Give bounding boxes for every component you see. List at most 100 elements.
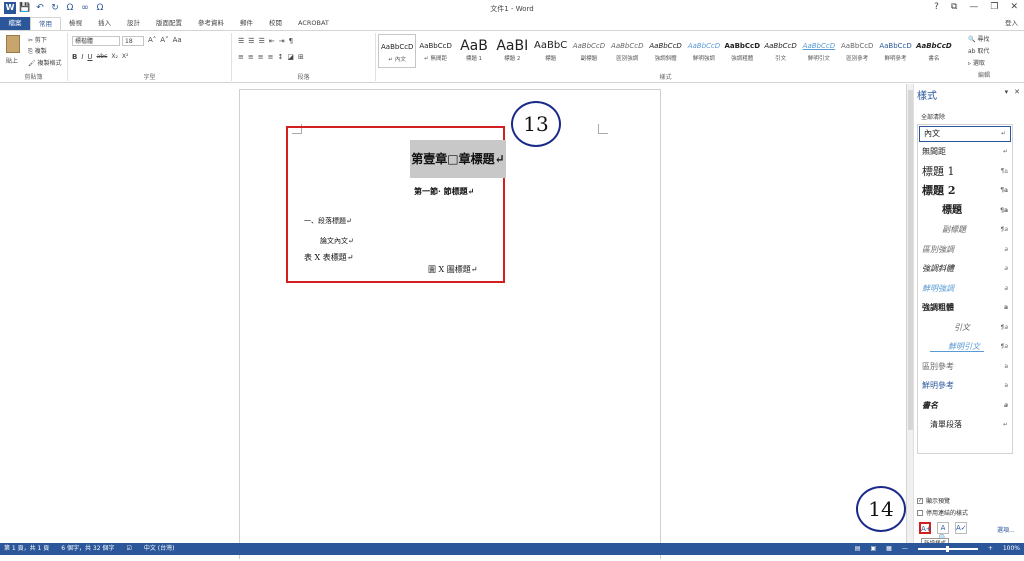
list-item[interactable]: 引文 ¶a (918, 318, 1012, 338)
numbering-icon[interactable]: ☰ (248, 37, 254, 45)
table-caption[interactable]: 表 X 表標題↵ (304, 252, 353, 263)
shading-icon[interactable]: ◪ (287, 53, 294, 61)
bullets-icon[interactable]: ☰ (238, 37, 244, 45)
list-item[interactable]: 無間距 ↵ (918, 142, 1012, 162)
replace-button[interactable]: ab 取代 (968, 46, 990, 55)
pane-options-icon[interactable]: ▾ (1005, 88, 1009, 96)
strikethrough-icon[interactable]: abc (97, 53, 108, 61)
line-spacing-icon[interactable]: ↕ (278, 53, 284, 61)
style-gallery-item[interactable]: AaB 標題 1 (455, 34, 493, 68)
justify-icon[interactable]: ≡ (268, 53, 274, 61)
list-item[interactable]: 標題 ¶a (918, 201, 1012, 221)
show-preview-checkbox[interactable]: ✓ 顯示預覽 (917, 496, 950, 505)
list-item[interactable]: 清單段落 ↵ (918, 415, 1012, 435)
bold-icon[interactable]: B (72, 53, 77, 61)
tab-review[interactable]: 校閱 (261, 17, 290, 30)
tab-mailings[interactable]: 郵件 (232, 17, 261, 30)
sign-in-link[interactable]: 登入 (1005, 17, 1018, 30)
print-layout-icon[interactable]: ▣ (870, 543, 876, 555)
style-gallery-item[interactable]: AaBbCcD 鮮明引文 (800, 34, 838, 68)
superscript-icon[interactable]: X² (122, 53, 129, 61)
style-gallery-item[interactable]: AaBbCcD 引文 (761, 34, 799, 68)
body-text[interactable]: 論文內文↵ (320, 236, 354, 246)
align-center-icon[interactable]: ≡ (248, 53, 254, 61)
list-item[interactable]: 強調斜體 a (918, 259, 1012, 279)
grow-font-icon[interactable]: A˄ (148, 36, 156, 44)
web-layout-icon[interactable]: ▦ (886, 543, 892, 555)
list-item[interactable]: 強調粗體 a (918, 298, 1012, 318)
list-item[interactable]: 標題 1 ¶a (918, 162, 1012, 182)
styles-options-link[interactable]: 選項... (997, 525, 1015, 534)
tab-file[interactable]: 檔案 (0, 17, 30, 30)
paste-icon[interactable] (6, 35, 20, 53)
find-button[interactable]: 🔍 尋找 (968, 34, 990, 43)
style-gallery-item[interactable]: AaBbCcD 書名 (915, 34, 953, 68)
align-left-icon[interactable]: ≡ (238, 53, 244, 61)
list-item[interactable]: 鮮明引文 ¶a (918, 337, 1012, 357)
style-gallery-item[interactable]: AaBbC 標題 (531, 34, 569, 68)
cut-button[interactable]: ✂ 剪下 (28, 35, 62, 44)
copy-button[interactable]: ⎘ 複製 (28, 46, 62, 56)
style-gallery-item[interactable]: AaBbCcD 強調斜體 (646, 34, 684, 68)
style-gallery-item[interactable]: AaBbCcD 鮮明強調 (685, 34, 723, 68)
zoom-slider-knob[interactable] (945, 546, 949, 552)
style-gallery-item[interactable]: AaBbCcD 副標題 (570, 34, 608, 68)
proofing-icon[interactable]: ☑ (126, 543, 131, 555)
manage-styles-button[interactable]: A✓ (955, 522, 967, 534)
list-item[interactable]: 鮮明強調 a (918, 279, 1012, 299)
scrollbar-thumb[interactable] (908, 90, 913, 430)
ribbon-display-icon[interactable]: ⧉ (951, 2, 957, 12)
minimize-icon[interactable]: — (969, 2, 978, 12)
multilevel-list-icon[interactable]: ☰ (259, 37, 265, 45)
list-item[interactable]: 標題 2 ¶a (918, 181, 1012, 201)
change-case-icon[interactable]: Aa (173, 36, 182, 44)
tab-acrobat[interactable]: ACROBAT (290, 17, 337, 30)
restore-icon[interactable]: ❐ (990, 2, 998, 12)
style-gallery-item[interactable]: AaBbCcD ↵ 無間距 (416, 34, 454, 68)
tab-design[interactable]: 設計 (119, 17, 148, 30)
list-item[interactable]: 書名 a (918, 396, 1012, 416)
paragraph-heading[interactable]: 一、段落標題↵ (304, 216, 352, 226)
subscript-icon[interactable]: X₂ (111, 53, 118, 61)
font-size-select[interactable]: 18 (122, 36, 144, 46)
zoom-level[interactable]: 100% (1003, 543, 1020, 555)
list-item[interactable]: 鮮明參考 a (918, 376, 1012, 396)
style-gallery-item[interactable]: AaBbCcD 強調粗體 (723, 34, 761, 68)
borders-icon[interactable]: ⊞ (298, 53, 304, 61)
underline-icon[interactable]: U (87, 53, 92, 61)
list-item[interactable]: 區別強調 a (918, 240, 1012, 260)
style-gallery-item[interactable]: AaBbCcD 區別強調 (608, 34, 646, 68)
zoom-slider[interactable] (917, 546, 978, 552)
list-item[interactable]: 副標題 ¶a (918, 220, 1012, 240)
tab-insert[interactable]: 插入 (90, 17, 119, 30)
disable-linked-styles-checkbox[interactable]: 停用連結的樣式 (917, 508, 968, 517)
section-heading[interactable]: 第一節· 節標題↵ (414, 186, 474, 197)
close-icon[interactable]: ✕ (1010, 2, 1018, 12)
list-item[interactable]: 區別參考 a (918, 357, 1012, 377)
tab-view[interactable]: 檢視 (61, 17, 90, 30)
italic-icon[interactable]: I (81, 53, 83, 61)
read-mode-icon[interactable]: ▤ (855, 543, 861, 555)
style-gallery-item[interactable]: AaBI 標題 2 (493, 34, 531, 68)
decrease-indent-icon[interactable]: ⇤ (269, 37, 275, 45)
shrink-font-icon[interactable]: A˅ (160, 36, 168, 44)
help-icon[interactable]: ? (934, 2, 939, 12)
select-button[interactable]: ▹ 選取 (968, 58, 990, 67)
document-page[interactable]: 第壹章□章標題↵ 第一節· 節標題↵ 一、段落標題↵ 論文內文↵ 表 X 表標題… (239, 89, 661, 559)
clear-all-button[interactable]: 全部清除 (921, 112, 945, 121)
font-name-select[interactable]: 標楷體 (72, 36, 120, 46)
new-style-button[interactable]: A+ (919, 522, 932, 534)
tab-layout[interactable]: 版面配置 (148, 17, 190, 30)
style-inspector-button[interactable]: A🔍 (937, 522, 949, 542)
list-item[interactable]: 內文 ↵ (919, 126, 1011, 142)
word-count[interactable]: 6 個字，共 32 個字 (61, 543, 114, 555)
format-painter-button[interactable]: 🖌 複製格式 (28, 58, 62, 67)
pane-close-icon[interactable]: ✕ (1014, 88, 1020, 96)
language-indicator[interactable]: 中文 (台灣) (144, 543, 175, 555)
style-gallery-item[interactable]: AaBbCcD ↵ 內文 (378, 34, 417, 68)
document-scrollbar[interactable] (907, 84, 914, 543)
tab-home[interactable]: 常用 (30, 17, 61, 30)
paste-button[interactable]: 貼上 (6, 56, 18, 65)
style-gallery-item[interactable]: AaBbCcD 鮮明參考 (876, 34, 914, 68)
align-right-icon[interactable]: ≡ (258, 53, 264, 61)
